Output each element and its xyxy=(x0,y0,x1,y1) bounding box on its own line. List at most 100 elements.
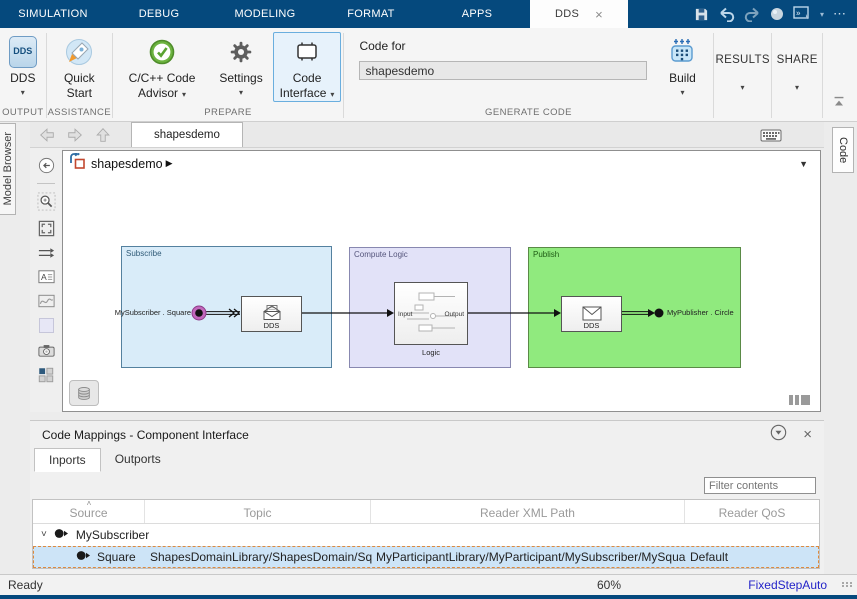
cell-topic[interactable]: ShapesDomainLibrary/ShapesDomain/Square xyxy=(146,550,372,564)
group-row-mysubscriber[interactable]: ˅ MySubscriber xyxy=(33,524,819,546)
toolbar-dropdown-icon[interactable]: ▾ xyxy=(820,10,824,19)
quick-start-label-2: Start xyxy=(67,86,92,101)
cell-reader-qos[interactable]: Default xyxy=(686,550,820,564)
code-interface-button[interactable]: Code Interface▾ xyxy=(273,32,341,102)
tab-outports[interactable]: Outports xyxy=(101,448,175,472)
right-gutter xyxy=(824,122,857,574)
group-share: SHARE ▾ xyxy=(772,28,822,121)
panel-close-icon[interactable]: × xyxy=(803,427,812,442)
column-reader-qos[interactable]: Reader QoS xyxy=(685,500,819,523)
logic-output-port-label: Output xyxy=(444,311,464,318)
publish-outport[interactable] xyxy=(655,309,664,318)
tab-inports[interactable]: Inports xyxy=(34,448,101,472)
undo-icon[interactable] xyxy=(718,7,735,22)
command-window-icon[interactable]: » xyxy=(793,6,811,22)
sort-ascending-icon: ˄ xyxy=(33,500,145,508)
collapse-ribbon-button[interactable] xyxy=(823,28,857,121)
rocket-icon xyxy=(65,36,93,68)
window-bottom-edge xyxy=(0,595,857,599)
save-icon[interactable] xyxy=(694,7,709,22)
up-arrow-icon[interactable] xyxy=(94,126,112,144)
document-tabstrip: shapesdemo xyxy=(30,122,824,148)
code-advisor-label-1: C/C++ Code xyxy=(129,71,196,86)
tab-simulation[interactable]: SIMULATION xyxy=(0,0,106,28)
panel-minimize-icon[interactable] xyxy=(770,424,787,446)
dds-subscribe-label: DDS xyxy=(264,322,280,330)
tab-debug[interactable]: DEBUG xyxy=(106,0,212,28)
code-for-input[interactable] xyxy=(359,61,647,80)
breadcrumb-model-name[interactable]: shapesdemo xyxy=(91,157,163,171)
toolstrip-tabs: SIMULATION DEBUG MODELING FORMAT APPS DD… xyxy=(0,0,694,28)
build-button[interactable]: Build ▾ xyxy=(655,32,709,98)
quick-start-button[interactable]: Quick Start xyxy=(59,32,100,102)
dds-subscribe-block[interactable]: DDS xyxy=(241,296,302,332)
group-results: RESULTS ▾ xyxy=(714,28,772,121)
tab-dds[interactable]: DDS × xyxy=(530,0,628,28)
results-button[interactable]: RESULTS ▾ xyxy=(714,32,772,92)
breadcrumb[interactable]: shapesdemo ▶ ▼ xyxy=(62,150,821,177)
code-advisor-label-2: Advisor xyxy=(138,86,178,100)
canvas-resize-indicator[interactable] xyxy=(789,395,810,405)
dds-publish-label: DDS xyxy=(584,322,600,330)
area-box-icon[interactable] xyxy=(38,317,55,334)
code-advisor-button[interactable]: C/C++ Code Advisor▾ xyxy=(115,32,209,102)
dds-publish-block[interactable]: DDS xyxy=(561,296,622,332)
column-topic[interactable]: Topic xyxy=(145,500,371,523)
chevron-down-icon: ▾ xyxy=(330,90,334,99)
section-label-output: OUTPUT xyxy=(0,107,46,118)
group-assistance: Quick Start ASSISTANCE xyxy=(47,28,112,121)
toolstrip-tabbar: SIMULATION DEBUG MODELING FORMAT APPS DD… xyxy=(0,0,857,28)
more-options-icon[interactable]: ⋯ xyxy=(833,6,847,22)
logic-subsystem-block[interactable]: Input Output xyxy=(394,282,468,345)
annotation-icon[interactable]: A xyxy=(37,268,56,285)
build-label: Build xyxy=(669,71,696,86)
screenshot-camera-icon[interactable] xyxy=(37,342,56,358)
inports-table: ˄ Source Topic Reader XML Path Reader Qo… xyxy=(32,499,820,569)
breadcrumb-dropdown-icon[interactable]: ▼ xyxy=(799,159,814,169)
cell-source: Square xyxy=(97,550,136,564)
dds-ribbon: DDS DDS ▾ OUTPUT Quick Start ASSISTANCE xyxy=(0,28,857,122)
dds-button[interactable]: DDS DDS ▾ xyxy=(4,32,42,98)
document-tab-label: shapesdemo xyxy=(154,129,220,141)
filter-row xyxy=(30,472,824,499)
table-row-square[interactable]: Square ShapesDomainLibrary/ShapesDomain/… xyxy=(33,546,819,568)
logic-block-label: Logic xyxy=(394,348,468,357)
solver-link[interactable]: FixedStepAuto xyxy=(748,578,827,592)
model-canvas[interactable]: Subscribe Compute Logic Publish xyxy=(62,176,821,412)
code-perspective-tab[interactable]: Code xyxy=(832,127,854,173)
section-label-assistance: ASSISTANCE xyxy=(47,107,112,118)
redo-icon[interactable] xyxy=(744,7,761,22)
chevron-down-icon: ▾ xyxy=(795,84,799,92)
model-browser-tab[interactable]: Model Browser xyxy=(0,123,16,215)
image-annotation-icon[interactable] xyxy=(37,293,56,309)
expand-chevron-icon[interactable]: ˅ xyxy=(41,530,47,540)
close-tab-icon[interactable]: × xyxy=(595,8,603,21)
fit-to-view-icon[interactable] xyxy=(37,219,56,238)
hide-palette-icon[interactable] xyxy=(37,156,56,175)
group-prepare: C/C++ Code Advisor▾ Settings ▾ Code Inte… xyxy=(113,28,343,121)
resize-grip[interactable] xyxy=(842,582,853,587)
palette-divider xyxy=(37,183,55,184)
column-reader-xml-path[interactable]: Reader XML Path xyxy=(371,500,685,523)
data-inspector-button[interactable] xyxy=(69,380,99,406)
code-interface-label-1: Code xyxy=(293,71,322,86)
code-for-label: Code for xyxy=(359,39,405,53)
zoom-tool-icon[interactable] xyxy=(37,192,56,211)
cell-reader-xml-path[interactable]: MyParticipantLibrary/MyParticipant/MySub… xyxy=(372,550,686,564)
filter-contents-input[interactable] xyxy=(704,477,816,494)
tab-modeling[interactable]: MODELING xyxy=(212,0,318,28)
keyboard-icon[interactable] xyxy=(760,127,782,143)
model-browser-label: Model Browser xyxy=(2,132,14,205)
settings-button[interactable]: Settings ▾ xyxy=(209,32,273,98)
tab-dds-label: DDS xyxy=(555,8,579,20)
library-blocks-icon[interactable] xyxy=(37,366,55,384)
back-arrow-icon[interactable] xyxy=(38,126,56,144)
share-button[interactable]: SHARE ▾ xyxy=(772,32,822,92)
tab-format[interactable]: FORMAT xyxy=(318,0,424,28)
document-tab-shapesdemo[interactable]: shapesdemo xyxy=(131,122,243,147)
signal-routing-icon[interactable] xyxy=(37,246,56,260)
zoom-level: 60% xyxy=(597,578,621,592)
highlight-icon[interactable] xyxy=(770,7,784,21)
tab-apps[interactable]: APPS xyxy=(424,0,530,28)
forward-arrow-icon[interactable] xyxy=(66,126,84,144)
